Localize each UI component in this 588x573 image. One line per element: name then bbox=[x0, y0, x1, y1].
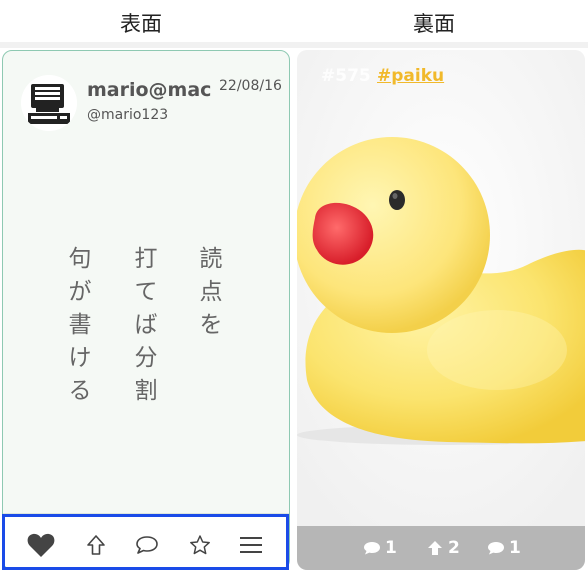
post-card-back: #575 #paiku 1 2 1 bbox=[297, 50, 585, 570]
speech-bubble-icon bbox=[136, 536, 158, 554]
share-button[interactable] bbox=[81, 530, 111, 560]
arrow-up-icon bbox=[428, 541, 442, 555]
arrow-up-icon bbox=[87, 535, 105, 555]
speech-bubble-icon bbox=[488, 542, 504, 555]
reply-count: 1 bbox=[487, 538, 521, 558]
poem-line: 句が書ける bbox=[68, 246, 92, 404]
hashtag-link[interactable]: #paiku bbox=[377, 66, 444, 86]
favorite-button[interactable] bbox=[185, 530, 215, 560]
computer-icon bbox=[21, 75, 77, 131]
poem-line: 打てば分割 bbox=[134, 246, 158, 404]
back-label: 裏面 bbox=[413, 12, 455, 36]
rubber-duck-photo bbox=[297, 50, 585, 526]
header-divider bbox=[0, 42, 588, 48]
comment-count-value: 1 bbox=[385, 538, 397, 558]
avatar[interactable] bbox=[21, 75, 77, 131]
stats-bar: 1 2 1 bbox=[297, 526, 585, 570]
heart-icon bbox=[27, 533, 55, 557]
menu-button[interactable] bbox=[236, 530, 266, 560]
share-count: 2 bbox=[426, 538, 460, 558]
speech-bubble-icon bbox=[364, 542, 380, 555]
comment-count: 1 bbox=[363, 538, 397, 558]
share-count-value: 2 bbox=[448, 538, 460, 558]
reply-count-value: 1 bbox=[509, 538, 521, 558]
action-bar bbox=[3, 513, 289, 569]
username[interactable]: mario@mac bbox=[87, 79, 211, 101]
front-label: 表面 bbox=[120, 12, 162, 36]
user-handle: @mario123 bbox=[87, 107, 169, 123]
post-number: #575 bbox=[321, 66, 371, 86]
post-card-front: mario@mac 22/08/16 @mario123 読点を 打てば分割 句… bbox=[2, 50, 290, 570]
poem-line: 読点を bbox=[199, 246, 223, 338]
poem-text: 読点を 打てば分割 句が書ける bbox=[3, 243, 289, 423]
like-button[interactable] bbox=[26, 530, 56, 560]
post-date: 22/08/16 bbox=[219, 78, 282, 94]
hamburger-icon bbox=[240, 537, 262, 553]
comment-button[interactable] bbox=[132, 530, 162, 560]
star-icon bbox=[190, 535, 210, 555]
